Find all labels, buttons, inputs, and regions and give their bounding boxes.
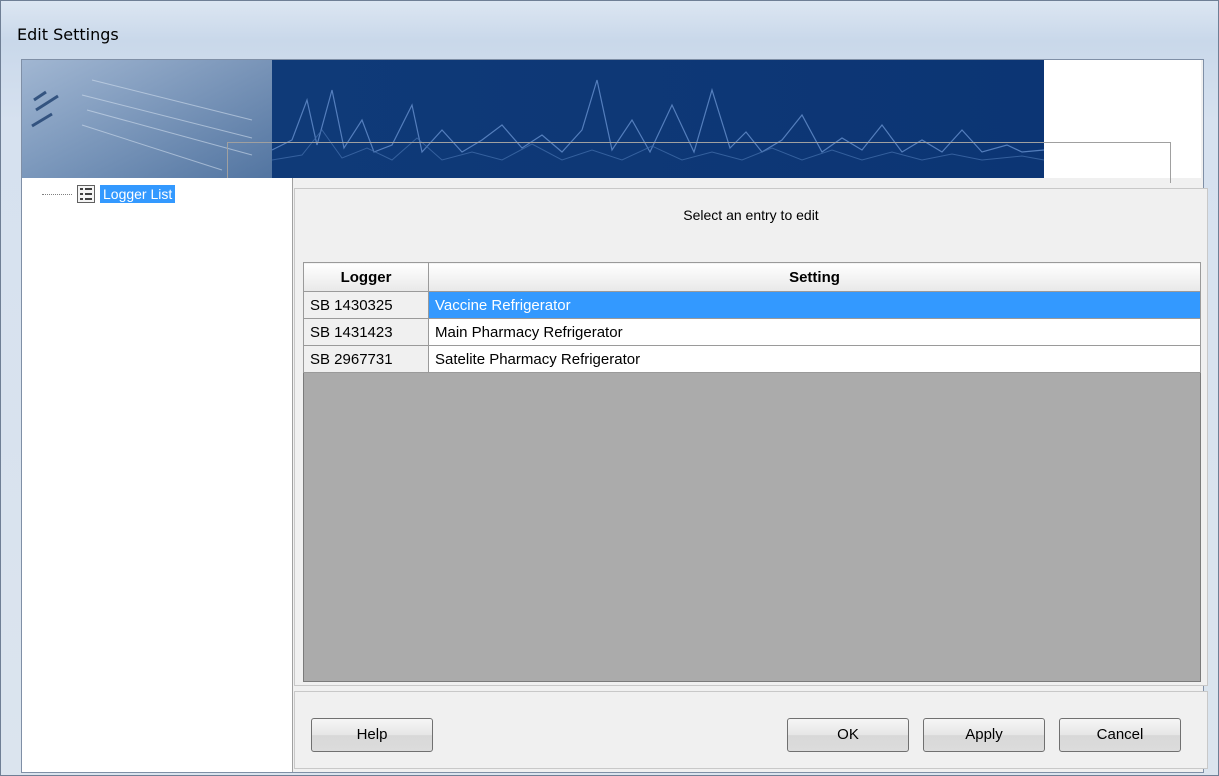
table-row[interactable]: SB 1431423 Main Pharmacy Refrigerator: [303, 318, 1201, 346]
setting-cell[interactable]: Satelite Pharmacy Refrigerator: [428, 345, 1201, 373]
help-button[interactable]: Help: [311, 718, 433, 752]
settings-tree[interactable]: Logger List: [22, 178, 293, 772]
button-bar: Help OK Apply Cancel: [294, 691, 1208, 769]
table-row[interactable]: SB 1430325 Vaccine Refrigerator: [303, 291, 1201, 319]
ok-button[interactable]: OK: [787, 718, 909, 752]
setting-cell[interactable]: Vaccine Refrigerator: [428, 291, 1201, 319]
dialog-client-area: Logger List Select an entry to edit Logg…: [21, 59, 1208, 773]
logger-cell[interactable]: SB 1431423: [303, 318, 429, 346]
entry-panel: Select an entry to edit Logger Setting S…: [294, 188, 1208, 686]
tree-item-logger-list[interactable]: Logger List: [42, 183, 176, 205]
table-row[interactable]: SB 2967731 Satelite Pharmacy Refrigerato…: [303, 345, 1201, 373]
tree-connector: [42, 193, 72, 195]
window-title: Edit Settings: [17, 25, 119, 44]
apply-button[interactable]: Apply: [923, 718, 1045, 752]
banner-frame-line: [227, 142, 1171, 183]
header-banner: [22, 60, 1201, 183]
list-icon: [77, 185, 95, 203]
edit-settings-window: Edit Settings Logger List Select an entr…: [0, 0, 1219, 776]
logger-cell[interactable]: SB 1430325: [303, 291, 429, 319]
logger-table: Logger Setting SB 1430325 Vaccine Refrig…: [303, 262, 1201, 373]
logger-cell[interactable]: SB 2967731: [303, 345, 429, 373]
setting-cell[interactable]: Main Pharmacy Refrigerator: [428, 318, 1201, 346]
column-header-setting[interactable]: Setting: [428, 262, 1201, 292]
select-entry-prompt: Select an entry to edit: [683, 207, 819, 223]
title-bar[interactable]: Edit Settings: [1, 1, 1218, 59]
cancel-button[interactable]: Cancel: [1059, 718, 1181, 752]
logger-grid[interactable]: Logger Setting SB 1430325 Vaccine Refrig…: [303, 262, 1201, 682]
tree-item-label: Logger List: [100, 185, 176, 203]
column-header-logger[interactable]: Logger: [303, 262, 429, 292]
